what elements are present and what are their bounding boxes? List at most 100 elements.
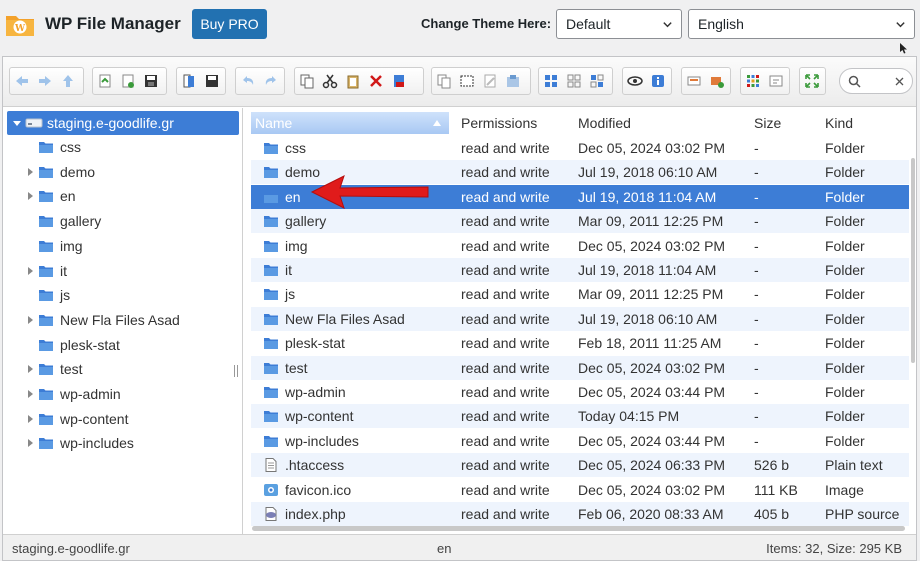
vertical-scrollbar-thumb[interactable]: [911, 158, 915, 363]
table-row[interactable]: it read and write Jul 19, 2018 11:04 AM - Fo…: [251, 258, 909, 282]
tree-item[interactable]: wp-content: [25, 407, 128, 431]
expand-right-icon[interactable]: [25, 266, 35, 276]
fullscreen-button[interactable]: [800, 68, 823, 94]
expand-right-icon[interactable]: [25, 414, 35, 424]
up-folder-button[interactable]: [56, 68, 79, 94]
expand-right-icon[interactable]: [25, 167, 35, 177]
duplicate-button[interactable]: [432, 68, 455, 94]
column-header-name[interactable]: Name: [251, 112, 449, 134]
download-icon: [205, 75, 218, 87]
table-row[interactable]: wp-content read and write Today 04:15 PM - F…: [251, 404, 909, 429]
table-row[interactable]: img read and write Dec 05, 2024 03:02 PM - F…: [251, 234, 909, 258]
top-header: W WP File Manager Buy PRO Change Theme H…: [0, 0, 920, 54]
table-row[interactable]: test read and write Dec 05, 2024 03:02 PM -…: [251, 355, 909, 380]
column-header-modified[interactable]: Modified: [574, 112, 744, 134]
tree-item[interactable]: gallery: [25, 209, 101, 233]
tree-item[interactable]: wp-admin: [25, 382, 121, 406]
help-icon: [769, 75, 782, 87]
buy-pro-button[interactable]: Buy PRO: [192, 9, 267, 39]
file-kind: Folder: [825, 432, 865, 449]
paste-icon: [347, 75, 358, 89]
open-button[interactable]: [177, 68, 200, 94]
file-size: -: [754, 408, 759, 425]
help-button[interactable]: [764, 68, 787, 94]
forward-button[interactable]: [33, 68, 56, 94]
dots-grid-icon: [746, 75, 759, 87]
theme-select[interactable]: Default: [556, 9, 682, 39]
horizontal-scrollbar-thumb[interactable]: [252, 526, 905, 531]
tree-item[interactable]: js: [25, 283, 70, 307]
table-row[interactable]: plesk-stat read and write Feb 18, 2011 11:…: [251, 331, 909, 355]
back-button[interactable]: [10, 68, 33, 94]
table-row[interactable]: wp-includes read and write Dec 05, 2024 03…: [251, 429, 909, 453]
folder-icon: [39, 290, 53, 302]
search-box[interactable]: [839, 68, 913, 94]
clear-search-icon[interactable]: [895, 77, 904, 86]
paste-button[interactable]: [341, 68, 364, 94]
expand-right-icon[interactable]: [25, 389, 35, 399]
rename-button[interactable]: [455, 68, 478, 94]
expand-right-icon[interactable]: [25, 364, 35, 374]
vertical-scrollbar[interactable]: [910, 108, 916, 534]
change-theme-label: Change Theme Here:: [421, 16, 552, 31]
share-button[interactable]: [705, 68, 728, 94]
table-row[interactable]: wp-admin read and write Dec 05, 2024 03:44…: [251, 380, 909, 404]
table-row[interactable]: index.php read and write Feb 06, 2020 08:3…: [251, 502, 909, 526]
tree-item[interactable]: test: [25, 357, 83, 381]
info-button[interactable]: [646, 68, 669, 94]
table-row[interactable]: css read and write Dec 05, 2024 03:02 PM - F…: [251, 136, 909, 160]
redo-button[interactable]: [259, 68, 282, 94]
save-button[interactable]: [139, 68, 162, 94]
expand-right-icon[interactable]: [25, 315, 35, 325]
horizontal-scrollbar[interactable]: [249, 525, 909, 532]
view-list-button[interactable]: [539, 68, 562, 94]
new-file-button[interactable]: [116, 68, 139, 94]
table-row[interactable]: New Fla Files Asad read and write Jul 19, …: [251, 306, 909, 331]
cut-button[interactable]: [318, 68, 341, 94]
tree-item[interactable]: img: [25, 234, 83, 258]
select-all-button[interactable]: [585, 68, 608, 94]
reload-button[interactable]: [93, 68, 116, 94]
table-row[interactable]: favicon.ico read and write Dec 05, 2024 03…: [251, 478, 909, 502]
view-icons-button[interactable]: [562, 68, 585, 94]
expand-right-icon[interactable]: [25, 438, 35, 448]
column-header-permissions[interactable]: Permissions: [457, 112, 572, 134]
preview-button[interactable]: [623, 68, 646, 94]
tree-item[interactable]: it: [25, 259, 67, 283]
folder-icon: [39, 389, 53, 400]
file-size: -: [754, 384, 759, 400]
tree-item-label: gallery: [60, 213, 102, 230]
table-row[interactable]: js read and write Mar 09, 2011 12:25 PM - Fo…: [251, 282, 909, 306]
edit-file-button[interactable]: [478, 68, 501, 94]
tree-item[interactable]: demo: [25, 160, 95, 184]
copy-button[interactable]: [295, 68, 318, 94]
download-button[interactable]: [200, 68, 223, 94]
table-row[interactable]: gallery read and write Mar 09, 2011 12:25 …: [251, 209, 909, 234]
sort-button[interactable]: [741, 68, 764, 94]
expand-down-icon[interactable]: [12, 118, 22, 128]
search-input[interactable]: [864, 72, 892, 90]
folder-icon: [264, 289, 278, 301]
column-header-size[interactable]: Size: [750, 112, 815, 134]
tree-item[interactable]: plesk-stat: [25, 333, 120, 357]
tree-item[interactable]: en: [25, 184, 76, 208]
tree-item[interactable]: wp-includes: [25, 431, 134, 455]
tree-item[interactable]: css: [25, 135, 81, 159]
empty-button[interactable]: [387, 68, 410, 94]
undo-button[interactable]: [236, 68, 259, 94]
expand-right-icon[interactable]: [25, 191, 35, 201]
status-bar: staging.e-goodlife.gr en Items: 32, Size…: [3, 534, 916, 560]
table-row[interactable]: .htaccess read and write Dec 05, 2024 06:3…: [251, 453, 909, 478]
file-permissions: read and write: [461, 262, 550, 278]
file-permissions: read and write: [461, 335, 550, 352]
fullscreen-icon: [804, 74, 819, 88]
column-header-kind[interactable]: Kind: [821, 112, 906, 134]
tree-root-item[interactable]: staging.e-goodlife.gr: [7, 111, 239, 135]
empty-folder-icon: [393, 75, 404, 87]
resize-handle-icon[interactable]: [233, 365, 239, 377]
extract-button[interactable]: [501, 68, 524, 94]
tree-item[interactable]: New Fla Files Asad: [25, 308, 180, 332]
language-select[interactable]: English: [688, 9, 915, 39]
netmount-button[interactable]: [682, 68, 705, 94]
delete-button[interactable]: [364, 68, 387, 94]
